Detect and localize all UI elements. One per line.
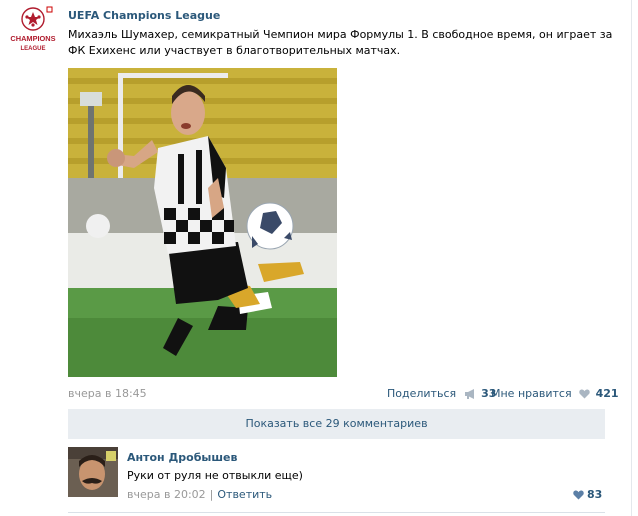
show-all-comments-button[interactable]: Показать все 29 комментариев [68, 409, 605, 439]
avatar-text-line1: CHAMPIONS [10, 34, 55, 43]
post-text: Михаэль Шумахер, семикратный Чемпион мир… [68, 28, 613, 57]
avatar-text-line2: LEAGUE [20, 46, 45, 52]
community-name-link[interactable]: UEFA Champions League [68, 9, 220, 22]
comment-author-link[interactable]: Антон Дробышев [127, 451, 237, 464]
comment-author-avatar[interactable] [68, 447, 118, 497]
like-button[interactable]: Мне нравится 421 [491, 387, 619, 402]
heart-icon [579, 389, 590, 402]
comment-like-count: 83 [587, 488, 603, 501]
right-frame-edge [631, 0, 638, 516]
heart-icon [573, 490, 584, 503]
divider [68, 512, 605, 513]
like-label: Мне нравится [491, 387, 572, 400]
reply-button[interactable]: Ответить [217, 488, 272, 501]
comment-like-button[interactable]: 83 [573, 488, 602, 503]
post-date[interactable]: вчера в 18:45 [68, 387, 147, 400]
comment-date[interactable]: вчера в 20:02 [127, 488, 206, 501]
post-photo[interactable] [68, 68, 337, 377]
share-label: Поделиться [387, 387, 457, 400]
share-button[interactable]: Поделиться 33 [387, 387, 496, 402]
community-avatar[interactable]: CHAMPIONS LEAGUE [6, 6, 56, 58]
comment-text: Руки от руля не отвыкли еще) [127, 469, 303, 482]
like-count: 421 [595, 387, 619, 400]
comment-separator: | [209, 488, 214, 501]
megaphone-icon [464, 389, 476, 402]
comment-meta: вчера в 20:02 | Ответить [127, 488, 272, 501]
